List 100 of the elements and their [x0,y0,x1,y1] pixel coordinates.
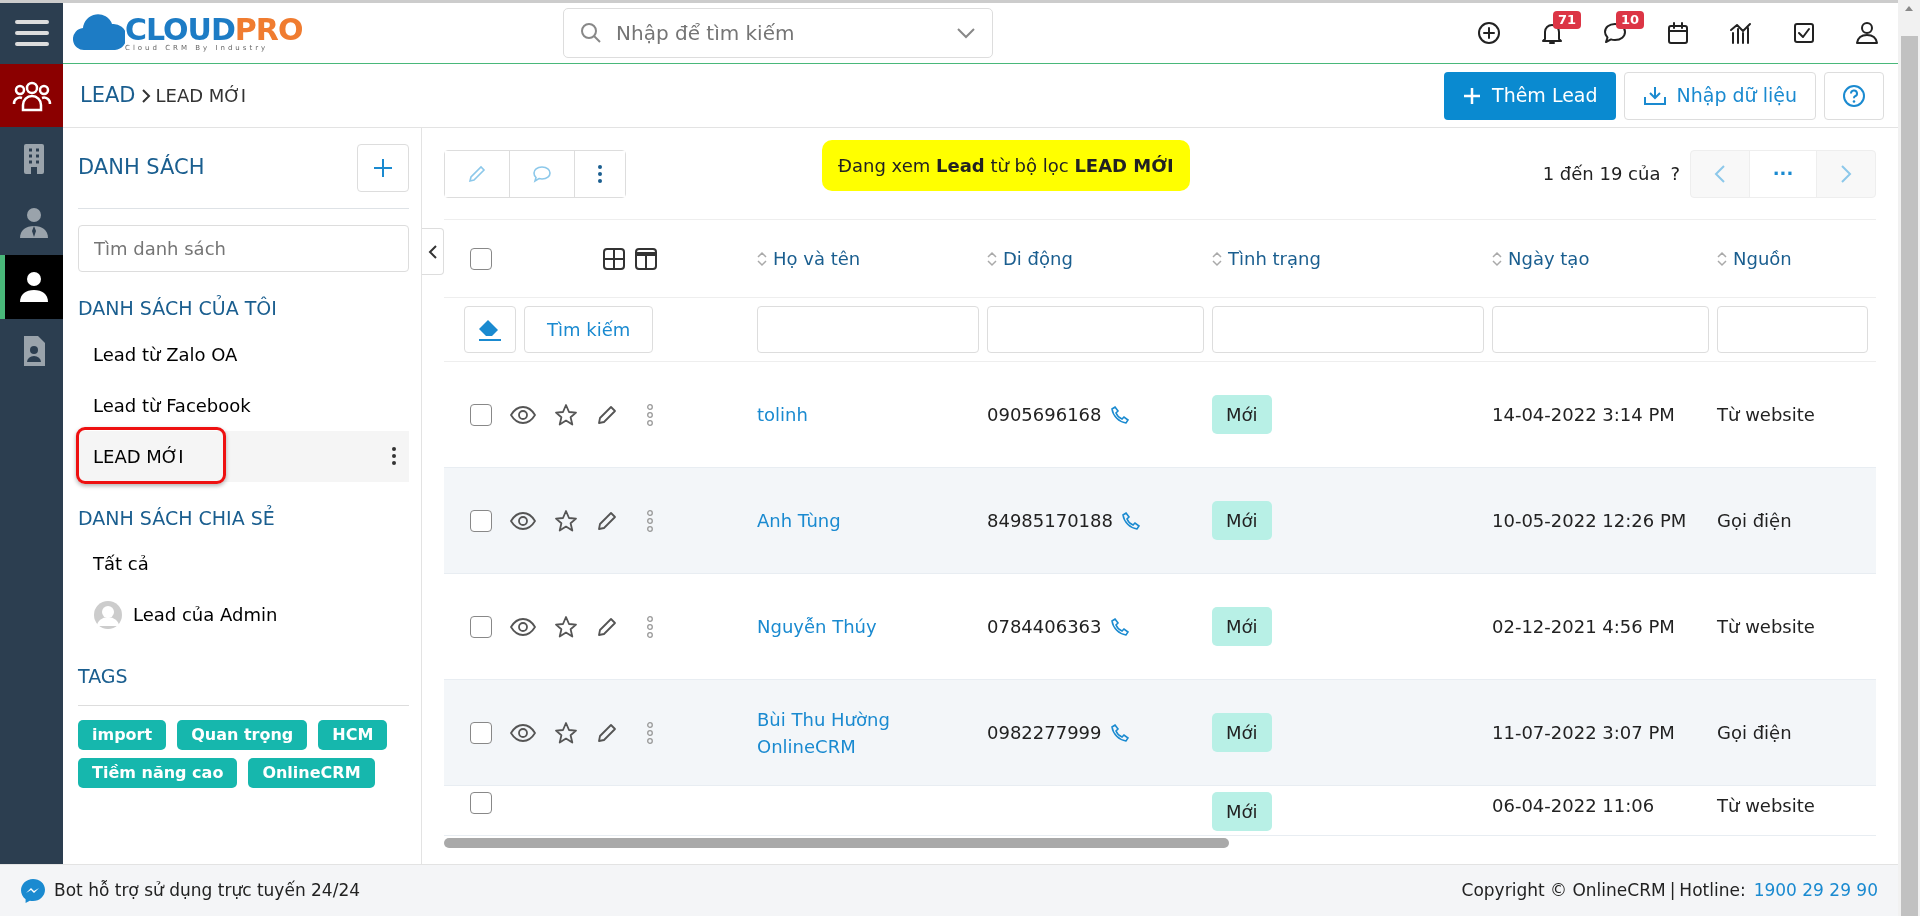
sort-icon [1717,250,1727,267]
phone-number: 84985170188 [987,509,1113,533]
star-icon[interactable] [554,614,578,639]
lead-name-link[interactable]: Bùi Thu Hường OnlineCRM [757,705,987,760]
column-header[interactable]: Ngày tạo [1492,245,1717,272]
star-icon[interactable] [554,720,578,745]
pencil-icon[interactable] [596,721,618,744]
column-filter-field[interactable] [987,306,1204,353]
column-header[interactable]: Tình trạng [1212,245,1492,272]
copyright-text: Copyright © OnlineCRM [1461,878,1666,902]
person-with-tie-icon [18,206,50,240]
list-item[interactable]: Tất cả [78,538,409,589]
messenger-icon[interactable] [20,877,46,904]
search-button[interactable]: Tìm kiếm [524,306,654,353]
status-badge: Mới [1212,395,1272,434]
row-checkbox[interactable] [470,721,492,744]
help-icon [1842,83,1866,108]
eye-icon[interactable] [510,723,536,742]
row-checkbox[interactable] [470,792,492,814]
bot-support-link[interactable]: Bot hỗ trợ sử dụng trực tuyến 24/24 [54,877,361,904]
grid-view-icon[interactable] [602,246,626,271]
eye-icon[interactable] [510,617,536,636]
row-checkbox[interactable] [470,615,492,638]
column-filter-field[interactable] [1212,306,1484,353]
add-icon [1475,20,1502,46]
list-item[interactable]: Lead từ Zalo OA [78,328,409,380]
created-date: 11-07-2022 3:07 PM [1492,721,1676,745]
phone-icon[interactable] [1109,722,1130,743]
star-icon[interactable] [554,508,578,533]
chevron-down-icon [956,27,976,39]
column-view-icon[interactable] [634,246,658,271]
section-title: TAGS [78,664,129,689]
lead-name-link[interactable]: tolinh [757,401,987,428]
status-badge: Mới [1212,607,1272,646]
sort-icon [757,250,767,267]
menu-button[interactable] [0,2,63,64]
help-button[interactable] [1824,71,1884,120]
eraser-icon [476,317,504,342]
import-button[interactable]: Nhập dữ liệu [1623,71,1816,120]
sort-icon [987,250,997,267]
hotline-link[interactable]: 1900 29 29 90 [1753,877,1878,904]
sort-icon [1492,250,1502,267]
separator-text: | [1669,878,1676,902]
column-header[interactable]: Di động [987,245,1212,272]
column-header[interactable]: Họ và tên [757,245,987,272]
download-tray-icon [1642,84,1667,107]
star-icon[interactable] [554,402,578,427]
created-date: 10-05-2022 12:26 PM [1492,509,1688,533]
module-icon-tile[interactable] [0,64,63,127]
hotline-label: Hotline: [1679,878,1746,902]
row-checkbox[interactable] [470,509,492,532]
column-filter-field[interactable] [757,306,979,353]
list-item[interactable]: Lead của Admin [78,589,409,640]
lead-source: Gọi điện [1717,509,1793,533]
row-checkbox[interactable] [470,403,492,426]
chat-bubble-button[interactable]: 10 [1583,3,1646,63]
tag[interactable]: Quan trọng [177,719,308,750]
tag[interactable]: import [78,719,167,750]
eye-icon[interactable] [510,511,536,530]
menu-icon [13,19,50,47]
breadcrumb-current: LEAD MỚI [155,84,247,108]
sort-icon [1212,250,1222,267]
scroll-up-arrow-icon[interactable] [1904,4,1914,12]
lead-source: Từ website [1717,794,1816,818]
pencil-icon[interactable] [596,615,618,638]
created-date: 06-04-2022 11:06 [1492,794,1656,818]
list-item[interactable]: Lead từ Facebook [78,379,409,431]
phone-icon[interactable] [1121,510,1141,531]
column-filter-field[interactable] [1492,306,1709,353]
global-search-box[interactable]: Nhập để tìm kiếm [563,8,993,58]
phone-icon[interactable] [1109,616,1130,637]
user-icon [1853,20,1880,46]
breadcrumb-link[interactable]: LEAD [80,79,136,112]
status-badge: Mới [1212,792,1272,831]
tag[interactable]: HCM [318,719,388,750]
select-all-checkbox[interactable] [470,247,492,270]
clear-filter-button[interactable] [464,306,516,353]
column-header[interactable]: Nguồn [1717,245,1876,272]
lead-name-link[interactable]: Anh Tùng [757,507,987,534]
chat-bubble-icon [532,164,552,183]
pencil-icon[interactable] [596,509,618,532]
status-badge: Mới [1212,501,1272,540]
add-lead-button[interactable]: Thêm Lead [1444,71,1616,120]
pencil-icon[interactable] [596,403,618,426]
horizontal-scrollbar[interactable] [444,838,1229,848]
phone-icon[interactable] [1109,404,1130,425]
page-more-button[interactable]: ··· [1749,150,1817,197]
tag[interactable]: Tiềm năng cao [78,757,238,788]
column-filter-field[interactable] [1717,306,1868,353]
lead-source: Từ website [1717,403,1816,427]
collapse-handle[interactable] [422,228,444,275]
bell-button[interactable]: 71 [1520,3,1583,63]
list-item[interactable]: LEAD MỚI [78,430,409,482]
eye-icon[interactable] [510,405,536,424]
lead-name-link[interactable]: Nguyễn Thúy [757,613,987,640]
scrollbar[interactable] [1898,0,1920,916]
list-search-field[interactable]: Tìm danh sách [78,225,409,272]
tag[interactable]: OnlineCRM [248,757,375,788]
add-list-button[interactable] [357,144,409,192]
more-vertical-icon[interactable] [391,446,397,466]
